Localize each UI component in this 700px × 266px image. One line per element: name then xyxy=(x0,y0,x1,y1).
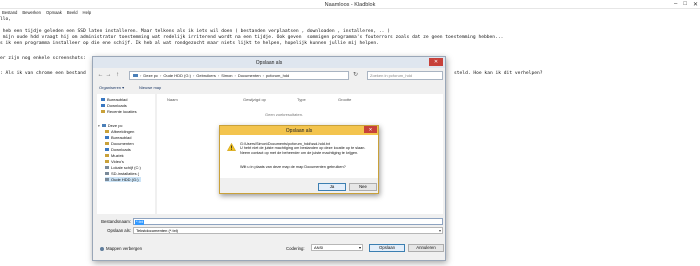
sidebar-item-drive-sd[interactable]: SD-installaties ( xyxy=(105,171,139,176)
sidebar-item-recent[interactable]: Recente locaties xyxy=(101,109,137,114)
drive-icon xyxy=(105,171,109,176)
dialog-toolbar: Organiseren ▾ Nieuwe map xyxy=(97,84,443,92)
empty-results-text: Geen zoekresultaten. xyxy=(265,112,304,117)
sidebar-item-downloads-pc[interactable]: Downloads xyxy=(105,147,131,152)
save-button[interactable]: Opslaan xyxy=(369,244,405,252)
address-bar-row: ← → ↑ › Deze pc › Oude HDD (G:) › Gebrui… xyxy=(97,71,443,80)
menu-view[interactable]: Beeld xyxy=(67,10,78,15)
error-dialog-title: Opslaan als xyxy=(285,128,313,134)
collapse-icon xyxy=(100,246,104,251)
encoding-value: ANSI xyxy=(314,245,324,250)
save-dialog-titlebar: Opslaan als ✕ xyxy=(93,57,445,68)
sidebar-item-music[interactable]: Muziek xyxy=(105,153,124,158)
sidebar-item-desktop-pc[interactable]: Bureaublad xyxy=(105,135,131,140)
chevron-down-icon: ▾ xyxy=(358,245,361,250)
error-dialog-titlebar: Opslaan als ✕ xyxy=(220,126,378,135)
column-header-name[interactable]: Naam xyxy=(167,97,178,102)
error-question: Wilt u in plaats van deze map de map Doc… xyxy=(240,165,346,169)
menu-edit[interactable]: Bewerken xyxy=(22,10,41,15)
window-controls: – □ ✕ xyxy=(674,1,698,8)
forward-arrow-icon[interactable]: → xyxy=(105,72,112,79)
text-line: heb een tijdje geleden een SSD laten ins… xyxy=(0,28,390,34)
pictures-icon xyxy=(105,129,109,134)
close-icon[interactable]: ✕ xyxy=(693,1,698,8)
minimize-icon[interactable]: – xyxy=(674,1,677,8)
text-line: s ik een programma installeer op die ene… xyxy=(0,40,379,46)
back-arrow-icon[interactable]: ← xyxy=(97,72,104,79)
filetype-value: Tekstdocumenten (*.txt) xyxy=(136,228,179,233)
filename-input[interactable]: *.txt xyxy=(133,218,443,225)
notepad-menubar: Bestand Bewerken Opmaak Beeld Help xyxy=(0,9,700,16)
sidebar-item-drive-c[interactable]: Lokale schijf (C:) xyxy=(105,165,141,170)
breadcrumb-item[interactable]: Gebruikers xyxy=(196,73,216,78)
documents-icon xyxy=(105,141,109,146)
navigation-pane: Bureaublad Downloads Recente locaties ▾ D… xyxy=(97,94,155,214)
desktop-icon xyxy=(101,97,105,102)
encoding-select[interactable]: ANSI ▾ xyxy=(311,244,363,251)
downloads-icon xyxy=(105,147,109,152)
hide-folders-toggle[interactable]: Mappen verbergen xyxy=(100,246,142,251)
search-input[interactable]: Zoeken in pcforum_hdd xyxy=(367,71,443,80)
drive-icon xyxy=(105,177,109,182)
sidebar-item-videos[interactable]: Video's xyxy=(105,159,124,164)
sidebar-item-desktop[interactable]: Bureaublad xyxy=(101,97,127,102)
column-header-modified[interactable]: Gewijzigd op xyxy=(243,97,266,102)
text-line: : Als ik van chrome een bestand xyxy=(0,71,86,76)
error-message: G:\Users\Simon\Documents\pcforum_hdd\ssd… xyxy=(240,142,376,155)
notepad-titlebar: Naamloos - Kladblok – □ ✕ xyxy=(0,0,700,9)
address-bar[interactable]: › Deze pc › Oude HDD (G:) › Gebruikers ›… xyxy=(129,71,349,80)
menu-format[interactable]: Opmaak xyxy=(46,10,62,15)
sidebar-item-drive-g[interactable]: Oude HDD (G:) xyxy=(105,177,141,182)
breadcrumb-item[interactable]: pcforum_hdd xyxy=(266,73,289,78)
sidebar-item-downloads[interactable]: Downloads xyxy=(101,103,127,108)
recent-places-icon xyxy=(101,109,105,114)
menu-file[interactable]: Bestand xyxy=(2,10,17,15)
refresh-icon[interactable]: ↻ xyxy=(352,72,359,79)
save-dialog-close-button[interactable]: ✕ xyxy=(429,58,443,66)
error-line: Neem contact op met de beheerder om de j… xyxy=(240,150,359,155)
breadcrumb-item[interactable]: Oude HDD (G:) xyxy=(163,73,191,78)
filename-label: Bestandsnaam: xyxy=(101,219,131,224)
up-arrow-icon[interactable]: ↑ xyxy=(114,72,121,79)
desktop-icon xyxy=(105,135,109,140)
sidebar-item-pictures[interactable]: Afbeeldingen xyxy=(105,129,134,134)
menu-help[interactable]: Help xyxy=(83,10,92,15)
text-line-continuation: steld. Hoe kan ik dit verhelpen? xyxy=(454,71,543,76)
sidebar-item-documents[interactable]: Documenten xyxy=(105,141,134,146)
downloads-icon xyxy=(101,103,105,108)
text-line: llo, xyxy=(0,17,12,22)
filetype-label: Opslaan als: xyxy=(107,228,131,233)
computer-icon xyxy=(133,73,138,78)
filename-value: *.txt xyxy=(135,219,144,225)
notepad-title: Naamloos - Kladblok xyxy=(324,2,376,8)
expand-icon[interactable]: ▾ xyxy=(98,124,100,128)
warning-icon xyxy=(227,143,236,151)
column-header-size[interactable]: Grootte xyxy=(338,97,351,102)
new-folder-button[interactable]: Nieuwe map xyxy=(139,85,161,90)
no-button[interactable]: Nee xyxy=(349,183,377,191)
computer-icon xyxy=(101,123,106,128)
save-dialog-title: Opslaan als xyxy=(255,60,283,66)
breadcrumb-item[interactable]: Documenten xyxy=(238,73,261,78)
filetype-select[interactable]: Tekstdocumenten (*.txt) ▾ xyxy=(133,227,443,234)
encoding-label: Codering: xyxy=(286,246,305,251)
videos-icon xyxy=(105,159,109,164)
sidebar-item-this-pc[interactable]: ▾ Deze pc xyxy=(98,123,122,128)
text-line: er zijn nog enkele screenshots: xyxy=(0,56,86,61)
column-header-type[interactable]: Type xyxy=(297,97,306,102)
cancel-button[interactable]: Annuleren xyxy=(408,244,444,252)
text-line: mijn oude hdd vraagt hij om administrato… xyxy=(0,34,504,40)
breadcrumb-item[interactable]: Deze pc xyxy=(143,73,158,78)
chevron-down-icon: ▾ xyxy=(438,228,441,233)
error-dialog-body: G:\Users\Simon\Documents\pcforum_hdd\ssd… xyxy=(220,135,378,178)
permission-error-dialog: Opslaan als ✕ G:\Users\Simon\Documents\p… xyxy=(219,125,379,194)
yes-button[interactable]: Ja xyxy=(318,183,346,191)
breadcrumb-item[interactable]: Simon xyxy=(221,73,232,78)
drive-icon xyxy=(105,165,109,170)
maximize-icon[interactable]: □ xyxy=(683,1,687,8)
error-dialog-close-button[interactable]: ✕ xyxy=(364,126,377,133)
organize-button[interactable]: Organiseren ▾ xyxy=(99,85,124,90)
music-icon xyxy=(105,153,109,158)
